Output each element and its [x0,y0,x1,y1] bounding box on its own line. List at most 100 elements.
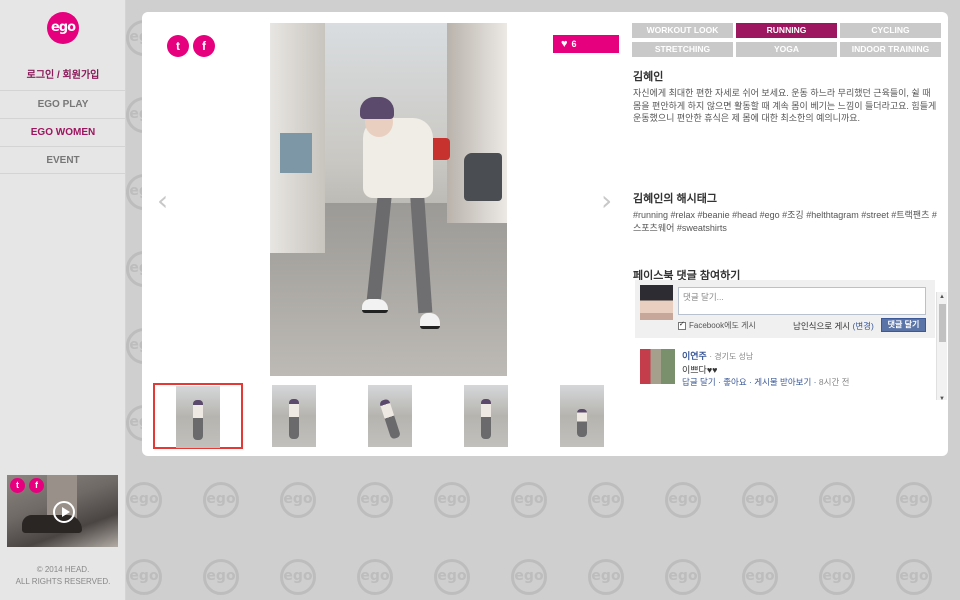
copyright: © 2014 HEAD. ALL RIGHTS RESERVED. [0,564,126,588]
checkbox-icon [678,320,686,330]
thumbnail-image [176,386,220,448]
thumbnail-1[interactable] [153,383,243,449]
post-to-facebook-checkbox[interactable]: Facebook에도 게시 [678,320,756,331]
tag-yoga[interactable]: YOGA [736,42,837,57]
background-logo-icon: ego [511,482,547,518]
thumbnail-figure [193,400,203,440]
commenter-name[interactable]: 이연주 · 경기도 성남 [682,349,753,362]
photo-beanie [360,97,394,119]
background-logo-icon: ego [357,482,393,518]
comment-time: 8시간 전 [818,377,850,387]
thumbnail-figure [379,398,401,440]
hashtag-title: 김혜인의 해시태그 [633,193,718,205]
model-name: 김혜인 [633,71,664,83]
tag-running[interactable]: RUNNING [736,23,837,38]
background-logo-icon: ego [588,482,624,518]
photo-car [464,153,502,201]
like-button[interactable]: ♥ 6 [553,35,619,53]
nav-item-ego-women[interactable]: EGO WOMEN [0,118,126,146]
thumbnail-image [368,385,412,447]
thumbnail-5[interactable] [538,383,628,449]
like-count: 6 [571,39,577,49]
thumbnail-strip [153,383,613,449]
thumbnail-4[interactable] [442,383,532,449]
comment-action-links[interactable]: 답글 달기 · 좋아요 · 게시물 받아보기 · [682,377,817,387]
ego-logo[interactable]: ego [47,12,79,44]
sidebar-video-thumbnail[interactable]: t f [7,475,118,547]
login-signup-link[interactable]: 로그인 / 회원가입 [0,66,126,81]
background-logo-icon: ego [203,482,239,518]
background-logo-icon: ego [434,559,470,595]
background-logo-icon: ego [742,559,778,595]
content-panel: t f ‹ › ♥ 6 WORKOUT LOOK RUNNING CYCLING … [142,12,948,456]
background-logo-icon: ego [665,559,701,595]
comment-actions[interactable]: 답글 달기 · 좋아요 · 게시물 받아보기 · 8시간 전 [682,376,849,388]
background-logo-icon: ego [280,482,316,518]
comment-text: 이쁘다♥♥ [682,365,718,375]
comment-compose: 댓글 달기... Facebook에도 게시 남인식으로 게시 (변경) 댓글 … [635,280,935,338]
scroll-down-icon[interactable]: ▼ [939,396,945,400]
photo-shoe-left [362,299,388,313]
commenter-author[interactable]: 이연주 [682,351,707,361]
description: 자신에게 최대한 편한 자세로 쉬어 보세요. 운동 하느라 무리했던 근육들이… [633,88,937,123]
tag-cycling[interactable]: CYCLING [840,23,941,38]
background-logo-icon: ego [665,482,701,518]
twitter-share-icon[interactable]: t [167,35,189,57]
background-logo-icon: ego [126,482,162,518]
commenter-location: · 경기도 성남 [709,352,754,361]
anonymous-post-label: 남인식으로 게시 (변경) [793,320,874,332]
comment-item: 이연주 · 경기도 성남 이쁘다♥♥ 답글 달기 · 좋아요 · 게시물 받아보… [635,344,935,400]
background-logo-icon: ego [588,559,624,595]
sidebar: ego 로그인 / 회원가입 EGO PLAY EGO WOMEN EVENT … [0,0,126,600]
comments-scrollbar[interactable]: ▲ ▼ [936,292,947,400]
tag-indoor-training[interactable]: INDOOR TRAINING [840,42,941,57]
background-logo-icon: ego [819,559,855,595]
play-icon[interactable] [53,501,75,523]
prev-arrow-icon[interactable]: ‹ [157,187,169,215]
tag-stretching[interactable]: STRETCHING [632,42,733,57]
background-logo-icon: ego [203,559,239,595]
background-logo-icon: ego [742,482,778,518]
background-logo-icon: ego [896,482,932,518]
comment-input[interactable]: 댓글 달기... [678,287,926,315]
thumbnail-figure [289,399,299,439]
video-facebook-icon[interactable]: f [29,478,44,493]
submit-comment-button[interactable]: 댓글 달기 [881,318,926,332]
change-identity-link[interactable]: (변경) [852,321,873,331]
heart-icon: ♥ [561,38,568,50]
background-logo-icon: ego [357,559,393,595]
nav-item-event[interactable]: EVENT [0,146,126,174]
background-logo-icon: ego [896,559,932,595]
copyright-line-2: ALL RIGHTS RESERVED. [15,577,111,586]
photo-sign [280,133,312,173]
thumbnail-image [272,385,316,447]
background-logo-icon: ego [434,482,470,518]
facebook-share-icon[interactable]: f [193,35,215,57]
tag-workout-look[interactable]: WORKOUT LOOK [632,23,733,38]
scroll-thumb[interactable] [939,304,946,342]
nav-item-ego-play[interactable]: EGO PLAY [0,90,126,118]
anonymous-label: 남인식으로 게시 [793,321,851,331]
background-logo-icon: ego [126,559,162,595]
hashtags: #running #relax #beanie #head #ego #조깅 #… [633,210,937,233]
thumbnail-3[interactable] [346,383,436,449]
photo-shoe-right [420,313,440,329]
next-arrow-icon[interactable]: › [601,187,613,215]
commenter-avatar[interactable] [640,349,675,384]
thumbnail-image [560,385,604,447]
background-logo-icon: ego [511,559,547,595]
video-twitter-icon[interactable]: t [10,478,25,493]
thumbnail-image [464,385,508,447]
background-logo-icon: ego [819,482,855,518]
post-to-facebook-label: Facebook에도 게시 [689,321,756,330]
background-logo-icon: ego [280,559,316,595]
avatar [640,285,673,320]
thumbnail-figure [577,409,587,437]
scroll-up-icon[interactable]: ▲ [939,294,945,300]
thumbnail-2[interactable] [250,383,340,449]
facebook-comments-widget: 댓글 달기... Facebook에도 게시 남인식으로 게시 (변경) 댓글 … [635,280,948,400]
sidebar-nav: EGO PLAY EGO WOMEN EVENT [0,90,126,174]
thumbnail-figure [481,399,491,439]
copyright-line-1: © 2014 HEAD. [36,565,90,574]
main-photo [270,23,507,376]
